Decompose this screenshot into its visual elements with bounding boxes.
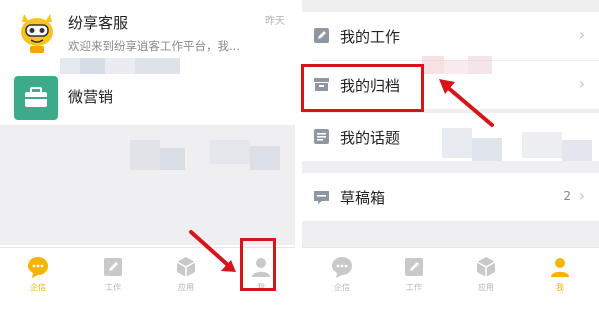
- arrow-to-archive: [439, 79, 494, 127]
- arrow-to-me-tab: [189, 230, 236, 272]
- annotation-arrows: [189, 79, 494, 272]
